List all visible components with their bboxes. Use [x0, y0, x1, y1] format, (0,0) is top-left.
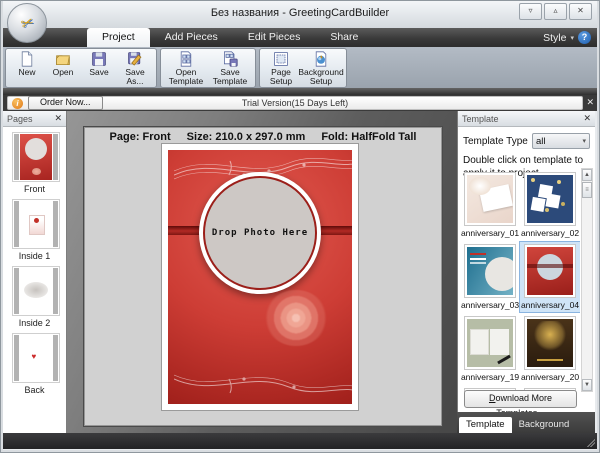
page-info-fold: Fold: HalfFold Tall: [321, 131, 416, 143]
ribbon-group-setup: Page Setup Background Setup Setup: [259, 48, 347, 88]
page-info-size: Size: 210.0 x 297.0 mm: [187, 131, 306, 143]
template-thumbnail-art: [467, 247, 513, 295]
inside2-thumbnail-art: [20, 268, 52, 314]
save-as-icon: [126, 51, 144, 67]
page-thumb-inside-2[interactable]: Inside 2: [12, 266, 58, 328]
ribbon-toolbar: New Open Save Save As... File: [3, 47, 597, 88]
page-thumb-front[interactable]: Front: [12, 132, 58, 194]
page-setup-button[interactable]: Page Setup: [263, 50, 299, 87]
tab-share[interactable]: Share: [315, 28, 373, 47]
info-icon: i: [12, 98, 23, 109]
pages-panel-close-icon[interactable]: ✕: [54, 113, 62, 124]
tab-edit-pieces[interactable]: Edit Pieces: [233, 28, 316, 47]
template-type-label: Template Type: [463, 136, 528, 147]
tab-template[interactable]: Template: [459, 417, 512, 433]
trial-bar: i Order Now... Trial Version(15 Days Lef…: [3, 95, 597, 111]
page-thumb-inside-1[interactable]: Inside 1: [12, 199, 58, 261]
template-thumbnail-art: [527, 247, 573, 295]
order-now-button[interactable]: Order Now...: [28, 96, 103, 110]
ribbon-shadow-strip: [3, 88, 597, 95]
close-button[interactable]: ✕: [569, 3, 592, 20]
front-thumbnail-art: [20, 134, 52, 180]
minimize-button[interactable]: ▿: [519, 3, 542, 20]
pages-panel-title: Pages: [7, 114, 33, 124]
template-item-anniversary-19[interactable]: anniversary_19: [460, 314, 520, 384]
drop-photo-text: Drop Photo Here: [212, 228, 308, 238]
maximize-button[interactable]: ▵: [544, 3, 567, 20]
heart-icon: ♥: [32, 352, 37, 361]
back-thumbnail-art: ♥: [20, 335, 52, 381]
photo-placeholder[interactable]: Drop Photo Here: [199, 172, 321, 294]
title-bar: Без названия - GreetingCardBuilder ▿ ▵ ✕: [3, 1, 597, 28]
template-type-dropdown[interactable]: all ▾: [532, 133, 590, 149]
help-button[interactable]: ?: [578, 31, 591, 44]
inside1-thumbnail-art: [20, 201, 52, 247]
panel-tab-bar: Template Background: [457, 412, 595, 433]
design-canvas: Page: Front Size: 210.0 x 297.0 mm Fold: H…: [67, 111, 457, 433]
page-setup-icon: [272, 51, 290, 67]
save-template-icon: [221, 51, 239, 67]
save-button[interactable]: Save: [81, 50, 117, 78]
open-button[interactable]: Open: [45, 50, 81, 78]
template-thumbnail-art: [467, 319, 513, 367]
style-dropdown[interactable]: Style: [543, 32, 566, 44]
template-grid: anniversary_01 anniversary_02 anniversar…: [460, 168, 580, 392]
template-item-anniversary-01[interactable]: anniversary_01: [460, 170, 520, 240]
page-work-area: Page: Front Size: 210.0 x 297.0 mm Fold: H…: [84, 127, 442, 426]
scroll-down-icon[interactable]: ▼: [582, 379, 592, 391]
status-bar: [3, 433, 597, 449]
page-info-page: Page: Front: [110, 131, 171, 143]
chevron-down-icon: ▾: [570, 34, 574, 42]
save-icon: [90, 51, 108, 67]
template-item-anniversary-20[interactable]: anniversary_20: [520, 314, 580, 384]
background-setup-icon: [312, 51, 330, 67]
template-thumbnail-art: [527, 319, 573, 367]
open-folder-icon: [54, 51, 72, 67]
template-thumbnail-art: [527, 175, 573, 223]
download-more-templates-button[interactable]: Download More Templates...: [464, 390, 577, 408]
template-panel-title: Template: [462, 114, 499, 124]
ribbon-tab-bar: Project Add Pieces Edit Pieces Share Sty…: [3, 28, 597, 47]
open-template-button[interactable]: Open Template: [164, 50, 208, 87]
open-template-icon: [177, 51, 195, 67]
new-button[interactable]: New: [9, 50, 45, 78]
template-scrollbar[interactable]: ▲ ≡ ▼: [581, 168, 593, 392]
ribbon-group-template: Open Template Save Template Template: [160, 48, 256, 88]
card-preview[interactable]: Drop Photo Here: [161, 143, 359, 411]
resize-grip[interactable]: [586, 438, 595, 447]
app-logo[interactable]: ✂: [7, 3, 47, 43]
pages-panel: Pages ✕ Front Inside 1 Inside 2 ♥ Back: [3, 111, 67, 433]
window-title: Без названия - GreetingCardBuilder: [3, 7, 597, 19]
background-setup-button[interactable]: Background Setup: [299, 50, 343, 87]
trial-close-icon[interactable]: ✕: [586, 97, 594, 108]
chevron-down-icon: ▾: [582, 137, 586, 145]
rose-decoration: [264, 290, 328, 346]
ribbon-group-file: New Open Save Save As... File: [5, 48, 157, 88]
page-thumb-back[interactable]: ♥ Back: [12, 333, 58, 395]
tab-project[interactable]: Project: [87, 28, 150, 47]
save-as-button[interactable]: Save As...: [117, 50, 153, 87]
tab-background[interactable]: Background: [512, 417, 577, 433]
app-window: Без названия - GreetingCardBuilder ▿ ▵ ✕…: [0, 0, 600, 453]
tab-add-pieces[interactable]: Add Pieces: [150, 28, 233, 47]
scissors-icon: ✂: [18, 12, 36, 33]
template-thumbnail-art: [467, 175, 513, 223]
scroll-up-icon[interactable]: ▲: [582, 169, 592, 181]
card-front-design: Drop Photo Here: [168, 150, 352, 404]
music-notes-decoration: [174, 367, 352, 401]
page-info: Page: Front Size: 210.0 x 297.0 mm Fold: H…: [85, 131, 441, 143]
new-document-icon: [18, 51, 36, 67]
scrollbar-thumb[interactable]: ≡: [582, 182, 592, 198]
template-panel: Template ✕ Template Type all ▾ Double cl…: [457, 111, 595, 412]
template-item-anniversary-03[interactable]: anniversary_03: [460, 242, 520, 312]
save-template-button[interactable]: Save Template: [208, 50, 252, 87]
template-item-anniversary-04[interactable]: anniversary_04: [520, 242, 580, 312]
template-item-anniversary-02[interactable]: anniversary_02: [520, 170, 580, 240]
template-panel-close-icon[interactable]: ✕: [583, 113, 591, 124]
